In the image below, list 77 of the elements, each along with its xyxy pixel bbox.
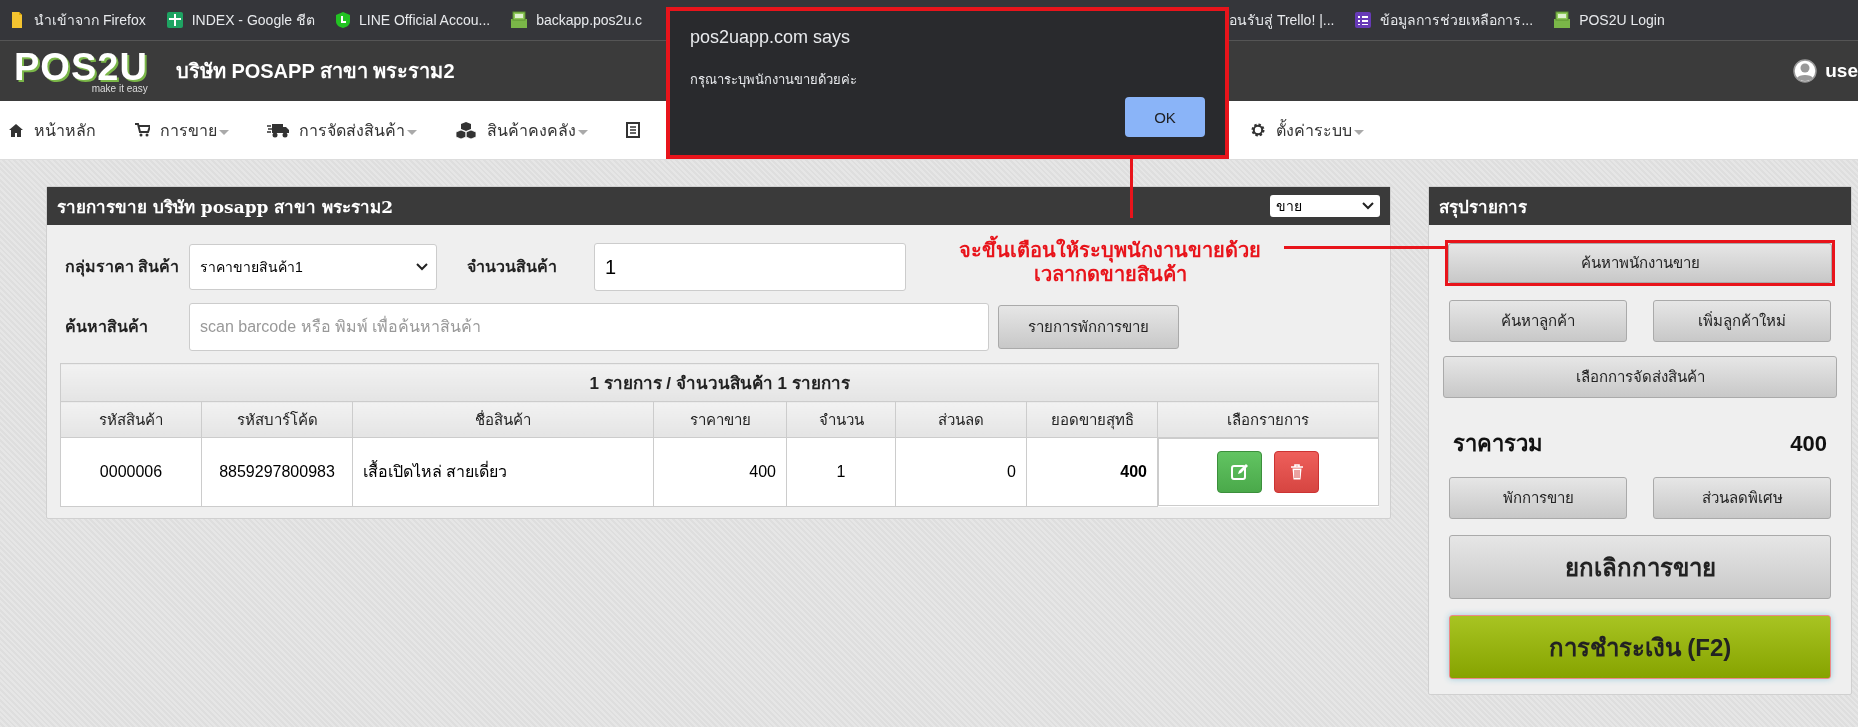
home-icon [8, 123, 24, 137]
caret-icon [1354, 129, 1364, 135]
nav-item[interactable]: ตั้งค่าระบบ [1250, 117, 1364, 143]
table-cell: 400 [1026, 437, 1158, 506]
cash-register-icon [510, 11, 529, 29]
nav-item[interactable]: หน้าหลัก [8, 117, 96, 143]
field-label: ค้นหาสินค้า [65, 318, 149, 335]
user-icon [1793, 59, 1818, 83]
settings-icon [1250, 122, 1266, 138]
table-caption: 1 รายการ / จำนวนสินค้า 1 รายการ [60, 363, 1379, 402]
total-value: 400 [1790, 430, 1827, 457]
column-header: เลือกรายการ [1157, 401, 1379, 438]
quantity-field[interactable]: 1 [594, 243, 906, 291]
table-cell: 400 [653, 437, 787, 506]
truck-icon [267, 122, 289, 138]
search-field[interactable]: scan barcode หรือ พิมพ์ เพื่อค้นหาสินค้า [189, 302, 989, 351]
payment-button[interactable]: การชำระเงิน (F2) [1449, 615, 1831, 679]
field-label: กลุ่มราคา สินค้า [65, 259, 181, 275]
summary-button[interactable]: ค้นหาพนักงานขาย [1448, 243, 1832, 283]
dialog-message: กรุณาระบุพนักงานขายด้วยค่ะ [690, 71, 857, 90]
summary-button[interactable]: ส่วนลดพิเศษ [1653, 477, 1831, 519]
list-icon [1354, 11, 1373, 29]
table-cell: 0000006 [60, 437, 202, 506]
shield-icon [334, 11, 351, 29]
edit-icon [1230, 463, 1249, 481]
bookmark-link[interactable]: อนรับสู่ Trello! |... [1229, 9, 1335, 31]
company-title: บริษัท POSAPP สาขา พระราม2 [175, 59, 455, 84]
ok-button[interactable]: OK [1125, 97, 1205, 137]
total-label: ราคารวม [1453, 430, 1543, 458]
trash-icon [1289, 464, 1304, 480]
cart-icon [134, 123, 150, 137]
column-header: ราคาขาย [653, 401, 787, 438]
bookmark-link[interactable]: นำเข้าจาก Firefox [10, 9, 146, 31]
bookmark-link[interactable]: INDEX - Google ชีต [165, 9, 315, 31]
summary-button[interactable]: ค้นหาลูกค้า [1449, 300, 1627, 342]
column-header: ยอดขายสุทธิ [1026, 401, 1158, 438]
nav-item[interactable]: สินค้าคงคลัง [455, 117, 588, 143]
caret-icon [219, 129, 229, 135]
panel-title: รายการขาย บริษัท posapp สาขา พระราม2 [57, 195, 394, 219]
delete-button[interactable] [1274, 451, 1320, 493]
table-cell: 1 [786, 437, 896, 506]
logo-tagline: make it easy [91, 84, 148, 94]
bookmark-link[interactable]: ข้อมูลการช่วยเหลือการ... [1354, 9, 1534, 31]
field-label: จำนวนสินค้า [466, 259, 558, 275]
held-sales-button[interactable]: รายการพักการขาย [998, 304, 1179, 349]
cancel-sale-button[interactable]: ยกเลิกการขาย [1449, 535, 1831, 599]
table-cell: 0 [895, 437, 1027, 506]
price-group-dropdown[interactable]: ราคาขายสินค้า1 [189, 244, 437, 290]
caret-icon [407, 129, 417, 135]
bookmark-link[interactable]: POS2U Login [1553, 11, 1665, 29]
spreadsheet-icon [165, 11, 184, 29]
edit-button[interactable] [1217, 451, 1263, 493]
bookmark-link[interactable]: backapp.pos2u.c [510, 11, 643, 29]
cash-register-icon [1553, 11, 1572, 29]
user-name[interactable]: use [1825, 60, 1858, 82]
mode-dropdown[interactable]: ขาย [1270, 195, 1380, 217]
summary-button[interactable]: เพิ่มลูกค้าใหม่ [1653, 300, 1831, 342]
table-cell: เสื้อเปิดไหล่ สายเดี่ยว [352, 437, 654, 506]
chevron-down-icon [416, 263, 428, 271]
dialog-title: pos2uapp.com says [690, 27, 851, 48]
document-icon [626, 122, 640, 138]
column-header: ส่วนลด [895, 401, 1027, 438]
nav-item[interactable] [626, 122, 640, 138]
column-header: จำนวน [786, 401, 896, 438]
panel-title: สรุปรายการ [1439, 195, 1527, 220]
table-cell: 8859297800983 [201, 437, 353, 506]
cubes-icon [455, 121, 477, 139]
nav-item[interactable]: การจัดส่งสินค้า [267, 117, 417, 143]
bookmark-link[interactable]: LINE Official Accou... [334, 11, 491, 29]
nav-item[interactable]: การขาย [134, 117, 229, 143]
summary-button[interactable]: เลือกการจัดส่งสินค้า [1443, 356, 1837, 398]
caret-icon [578, 129, 588, 135]
chevron-down-icon [1362, 202, 1374, 210]
column-header: รหัสสินค้า [60, 401, 202, 438]
column-header: รหัสบาร์โค้ด [201, 401, 353, 438]
summary-button[interactable]: พักการขาย [1449, 477, 1627, 519]
column-header: ชื่อสินค้า [352, 401, 654, 438]
